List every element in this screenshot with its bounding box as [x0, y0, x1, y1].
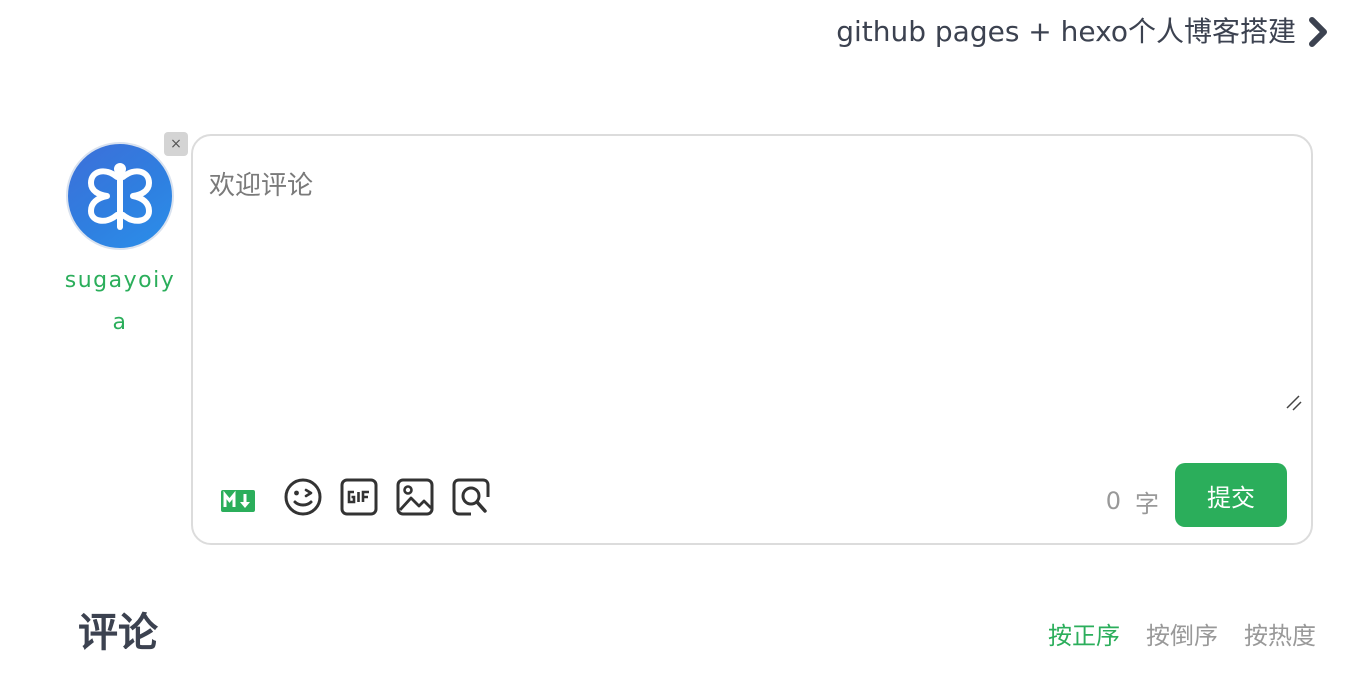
char-unit: 字: [1135, 489, 1159, 518]
resize-handle-icon[interactable]: [1285, 394, 1303, 412]
image-icon[interactable]: [395, 477, 435, 517]
next-post-title: github pages + hexo个人博客搭建: [836, 15, 1296, 48]
gif-icon[interactable]: [339, 477, 379, 517]
user-info: × sugayoiya: [62, 132, 188, 344]
chevron-right-icon: [1308, 17, 1328, 47]
submit-button[interactable]: 提交: [1175, 463, 1287, 527]
next-post-link[interactable]: github pages + hexo个人博客搭建: [836, 12, 1328, 52]
sort-ascending[interactable]: 按正序: [1048, 618, 1120, 654]
avatar-container: ×: [66, 132, 188, 250]
sort-options: 按正序 按倒序 按热度: [1048, 618, 1316, 654]
preview-icon[interactable]: [451, 477, 491, 517]
sort-popular[interactable]: 按热度: [1244, 618, 1316, 654]
comments-title: 评论: [78, 610, 158, 656]
comment-editor: 0 字 提交: [191, 134, 1313, 545]
comment-panel: github pages + hexo个人博客搭建 × sugayoiya 欢迎…: [0, 0, 1372, 680]
char-count: 0: [1105, 487, 1121, 515]
sort-descending[interactable]: 按倒序: [1146, 618, 1218, 654]
emoji-icon[interactable]: [283, 477, 323, 517]
markdown-icon[interactable]: [221, 490, 255, 512]
close-icon[interactable]: ×: [164, 132, 188, 156]
editor-toolbar: [221, 476, 507, 518]
avatar[interactable]: [66, 142, 174, 250]
username[interactable]: sugayoiya: [62, 260, 178, 344]
char-counter: 0 字: [1106, 484, 1159, 518]
comment-input[interactable]: [209, 166, 1301, 446]
butterfly-logo-icon: [88, 163, 152, 230]
